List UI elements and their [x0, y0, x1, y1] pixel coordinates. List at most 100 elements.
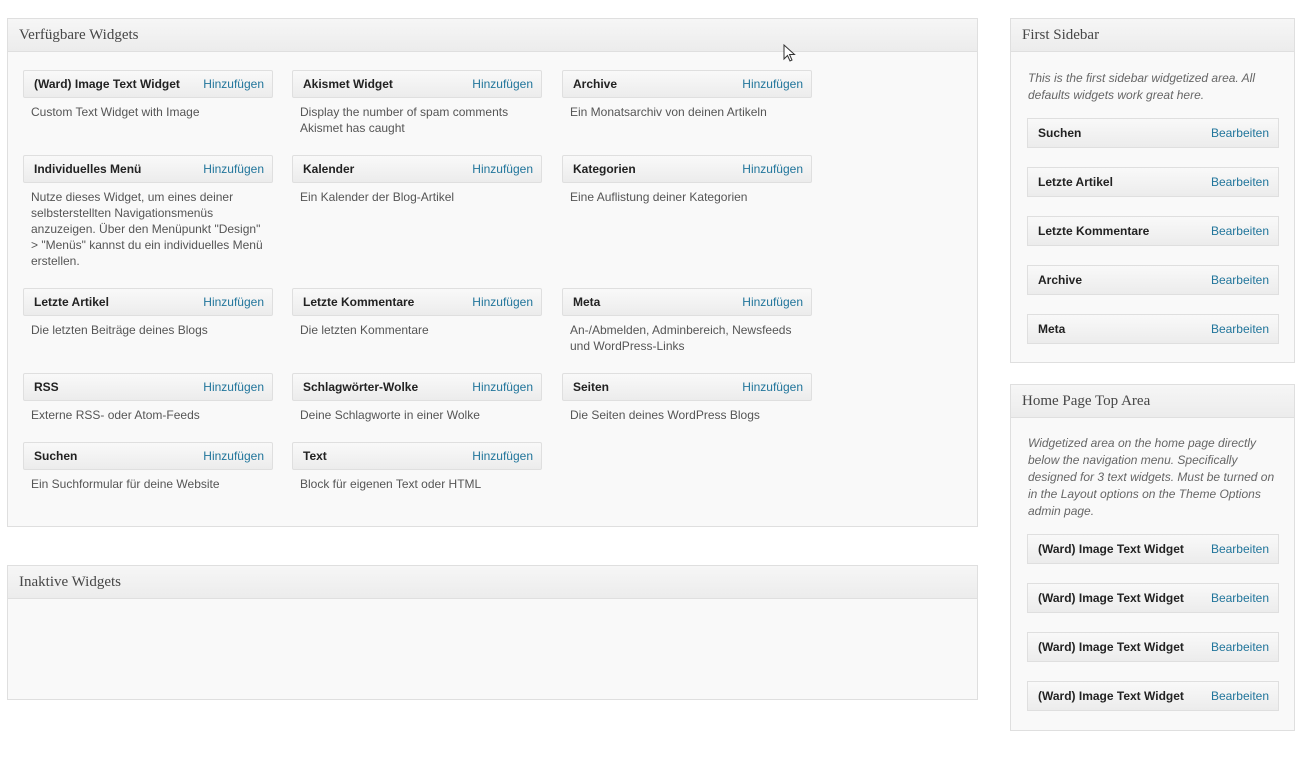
home-top-area-description: Widgetized area on the home page directl…: [1028, 436, 1275, 518]
first-sidebar-description: This is the first sidebar widgetized are…: [1028, 71, 1255, 102]
add-button[interactable]: Hinzufügen: [203, 295, 264, 309]
widget-bar[interactable]: RSS Hinzufügen: [23, 373, 273, 401]
widget-title: Suchen: [1038, 126, 1082, 140]
widget-recent-comments[interactable]: Letzte Kommentare Hinzufügen Die letzten…: [292, 288, 542, 338]
sidebar-widget-meta[interactable]: Meta Bearbeiten: [1027, 314, 1279, 344]
sidebar-widget-recent-posts[interactable]: Letzte Artikel Bearbeiten: [1027, 167, 1279, 197]
edit-button[interactable]: Bearbeiten: [1211, 591, 1269, 605]
widget-description: Ein Monatsarchiv von deinen Artikeln: [570, 105, 767, 119]
add-button[interactable]: Hinzufügen: [203, 77, 264, 91]
widget-bar[interactable]: Individuelles Menü Hinzufügen: [23, 155, 273, 183]
edit-button[interactable]: Bearbeiten: [1211, 689, 1269, 703]
home-top-area-title[interactable]: Home Page Top Area: [1011, 385, 1294, 418]
widget-akismet[interactable]: Akismet Widget Hinzufügen Display the nu…: [292, 70, 542, 136]
inactive-widgets-title: Inaktive Widgets: [8, 566, 977, 599]
widget-search[interactable]: Suchen Hinzufügen Ein Suchformular für d…: [23, 442, 273, 492]
widget-title: Letzte Kommentare: [1038, 224, 1150, 238]
add-button[interactable]: Hinzufügen: [472, 162, 533, 176]
widget-title: RSS: [34, 380, 59, 394]
widget-bar[interactable]: Letzte Kommentare Hinzufügen: [292, 288, 542, 316]
widget-title: (Ward) Image Text Widget: [1038, 542, 1184, 556]
sidebar-widget-archive[interactable]: Archive Bearbeiten: [1027, 265, 1279, 295]
widget-title: Akismet Widget: [303, 77, 393, 91]
widget-meta[interactable]: Meta Hinzufügen An-/Abmelden, Adminberei…: [562, 288, 812, 354]
add-button[interactable]: Hinzufügen: [203, 380, 264, 394]
available-widgets-title: Verfügbare Widgets: [8, 19, 977, 52]
widget-bar[interactable]: Text Hinzufügen: [292, 442, 542, 470]
widget-bar[interactable]: Meta Hinzufügen: [562, 288, 812, 316]
edit-button[interactable]: Bearbeiten: [1211, 640, 1269, 654]
widget-description: Ein Kalender der Blog-Artikel: [300, 190, 455, 204]
edit-button[interactable]: Bearbeiten: [1211, 224, 1269, 238]
widget-rss[interactable]: RSS Hinzufügen Externe RSS- oder Atom-Fe…: [23, 373, 273, 423]
add-button[interactable]: Hinzufügen: [742, 380, 803, 394]
add-button[interactable]: Hinzufügen: [742, 162, 803, 176]
edit-button[interactable]: Bearbeiten: [1211, 175, 1269, 189]
add-button[interactable]: Hinzufügen: [203, 162, 264, 176]
widget-text[interactable]: Text Hinzufügen Block für eigenen Text o…: [292, 442, 542, 492]
widget-bar[interactable]: Schlagwörter-Wolke Hinzufügen: [292, 373, 542, 401]
widget-calendar[interactable]: Kalender Hinzufügen Ein Kalender der Blo…: [292, 155, 542, 205]
widget-description: Externe RSS- oder Atom-Feeds: [31, 408, 200, 422]
widget-categories[interactable]: Kategorien Hinzufügen Eine Auflistung de…: [562, 155, 812, 205]
widget-description: Deine Schlagworte in einer Wolke: [300, 408, 480, 422]
widget-description: Die letzten Beiträge deines Blogs: [31, 323, 208, 337]
add-button[interactable]: Hinzufügen: [472, 380, 533, 394]
home-widget-ward-image-text[interactable]: (Ward) Image Text Widget Bearbeiten: [1027, 583, 1279, 613]
widget-bar[interactable]: Kategorien Hinzufügen: [562, 155, 812, 183]
add-button[interactable]: Hinzufügen: [472, 449, 533, 463]
widget-description: Die Seiten deines WordPress Blogs: [570, 408, 760, 422]
edit-button[interactable]: Bearbeiten: [1211, 542, 1269, 556]
add-button[interactable]: Hinzufügen: [742, 295, 803, 309]
widget-recent-posts[interactable]: Letzte Artikel Hinzufügen Die letzten Be…: [23, 288, 273, 338]
mouse-cursor-icon: [783, 43, 797, 67]
sidebar-widget-search[interactable]: Suchen Bearbeiten: [1027, 118, 1279, 148]
inactive-widgets-panel[interactable]: Inaktive Widgets: [7, 565, 978, 700]
edit-button[interactable]: Bearbeiten: [1211, 126, 1269, 140]
widget-ward-image-text[interactable]: (Ward) Image Text Widget Hinzufügen Cust…: [23, 70, 273, 120]
widget-title: Archive: [573, 77, 618, 91]
widget-description: Die letzten Kommentare: [300, 323, 429, 337]
widget-pages[interactable]: Seiten Hinzufügen Die Seiten deines Word…: [562, 373, 812, 423]
widget-bar[interactable]: Suchen Hinzufügen: [23, 442, 273, 470]
widget-custom-menu[interactable]: Individuelles Menü Hinzufügen Nutze dies…: [23, 155, 273, 269]
widget-bar[interactable]: (Ward) Image Text Widget Hinzufügen: [23, 70, 273, 98]
widget-title: Schlagwörter-Wolke: [303, 380, 419, 394]
home-widget-ward-image-text[interactable]: (Ward) Image Text Widget Bearbeiten: [1027, 632, 1279, 662]
edit-button[interactable]: Bearbeiten: [1211, 322, 1269, 336]
widget-description: Nutze dieses Widget, um eines deiner sel…: [31, 190, 263, 268]
widget-title: (Ward) Image Text Widget: [34, 77, 180, 91]
widget-title: Individuelles Menü: [34, 162, 142, 176]
home-widget-ward-image-text[interactable]: (Ward) Image Text Widget Bearbeiten: [1027, 534, 1279, 564]
widget-bar[interactable]: Akismet Widget Hinzufügen: [292, 70, 542, 98]
available-widgets-panel: Verfügbare Widgets (Ward) Image Text Wid…: [7, 18, 978, 527]
widget-bar[interactable]: Letzte Artikel Hinzufügen: [23, 288, 273, 316]
widget-title: Meta: [1038, 322, 1066, 336]
widget-title: (Ward) Image Text Widget: [1038, 591, 1184, 605]
add-button[interactable]: Hinzufügen: [203, 449, 264, 463]
add-button[interactable]: Hinzufügen: [472, 295, 533, 309]
home-top-area-panel: Home Page Top Area Widgetized area on th…: [1010, 384, 1295, 731]
widget-description: Block für eigenen Text oder HTML: [300, 477, 482, 491]
widget-archive[interactable]: Archive Hinzufügen Ein Monatsarchiv von …: [562, 70, 812, 120]
widget-title: (Ward) Image Text Widget: [1038, 640, 1184, 654]
widget-description: Custom Text Widget with Image: [31, 105, 200, 119]
widget-title: Suchen: [34, 449, 78, 463]
sidebar-widget-recent-comments[interactable]: Letzte Kommentare Bearbeiten: [1027, 216, 1279, 246]
widget-title: Seiten: [573, 380, 610, 394]
widget-tag-cloud[interactable]: Schlagwörter-Wolke Hinzufügen Deine Schl…: [292, 373, 542, 423]
first-sidebar-panel: First Sidebar This is the first sidebar …: [1010, 18, 1295, 363]
home-widget-ward-image-text[interactable]: (Ward) Image Text Widget Bearbeiten: [1027, 681, 1279, 711]
add-button[interactable]: Hinzufügen: [472, 77, 533, 91]
widget-bar[interactable]: Seiten Hinzufügen: [562, 373, 812, 401]
widget-title: Text: [303, 449, 327, 463]
add-button[interactable]: Hinzufügen: [742, 77, 803, 91]
widget-bar[interactable]: Archive Hinzufügen: [562, 70, 812, 98]
edit-button[interactable]: Bearbeiten: [1211, 273, 1269, 287]
widget-bar[interactable]: Kalender Hinzufügen: [292, 155, 542, 183]
widget-title: Kalender: [303, 162, 355, 176]
widget-title: Letzte Artikel: [34, 295, 109, 309]
widget-description: An-/Abmelden, Adminbereich, Newsfeeds un…: [570, 323, 792, 353]
widget-description: Eine Auflistung deiner Kategorien: [570, 190, 748, 204]
first-sidebar-title[interactable]: First Sidebar: [1011, 19, 1294, 52]
